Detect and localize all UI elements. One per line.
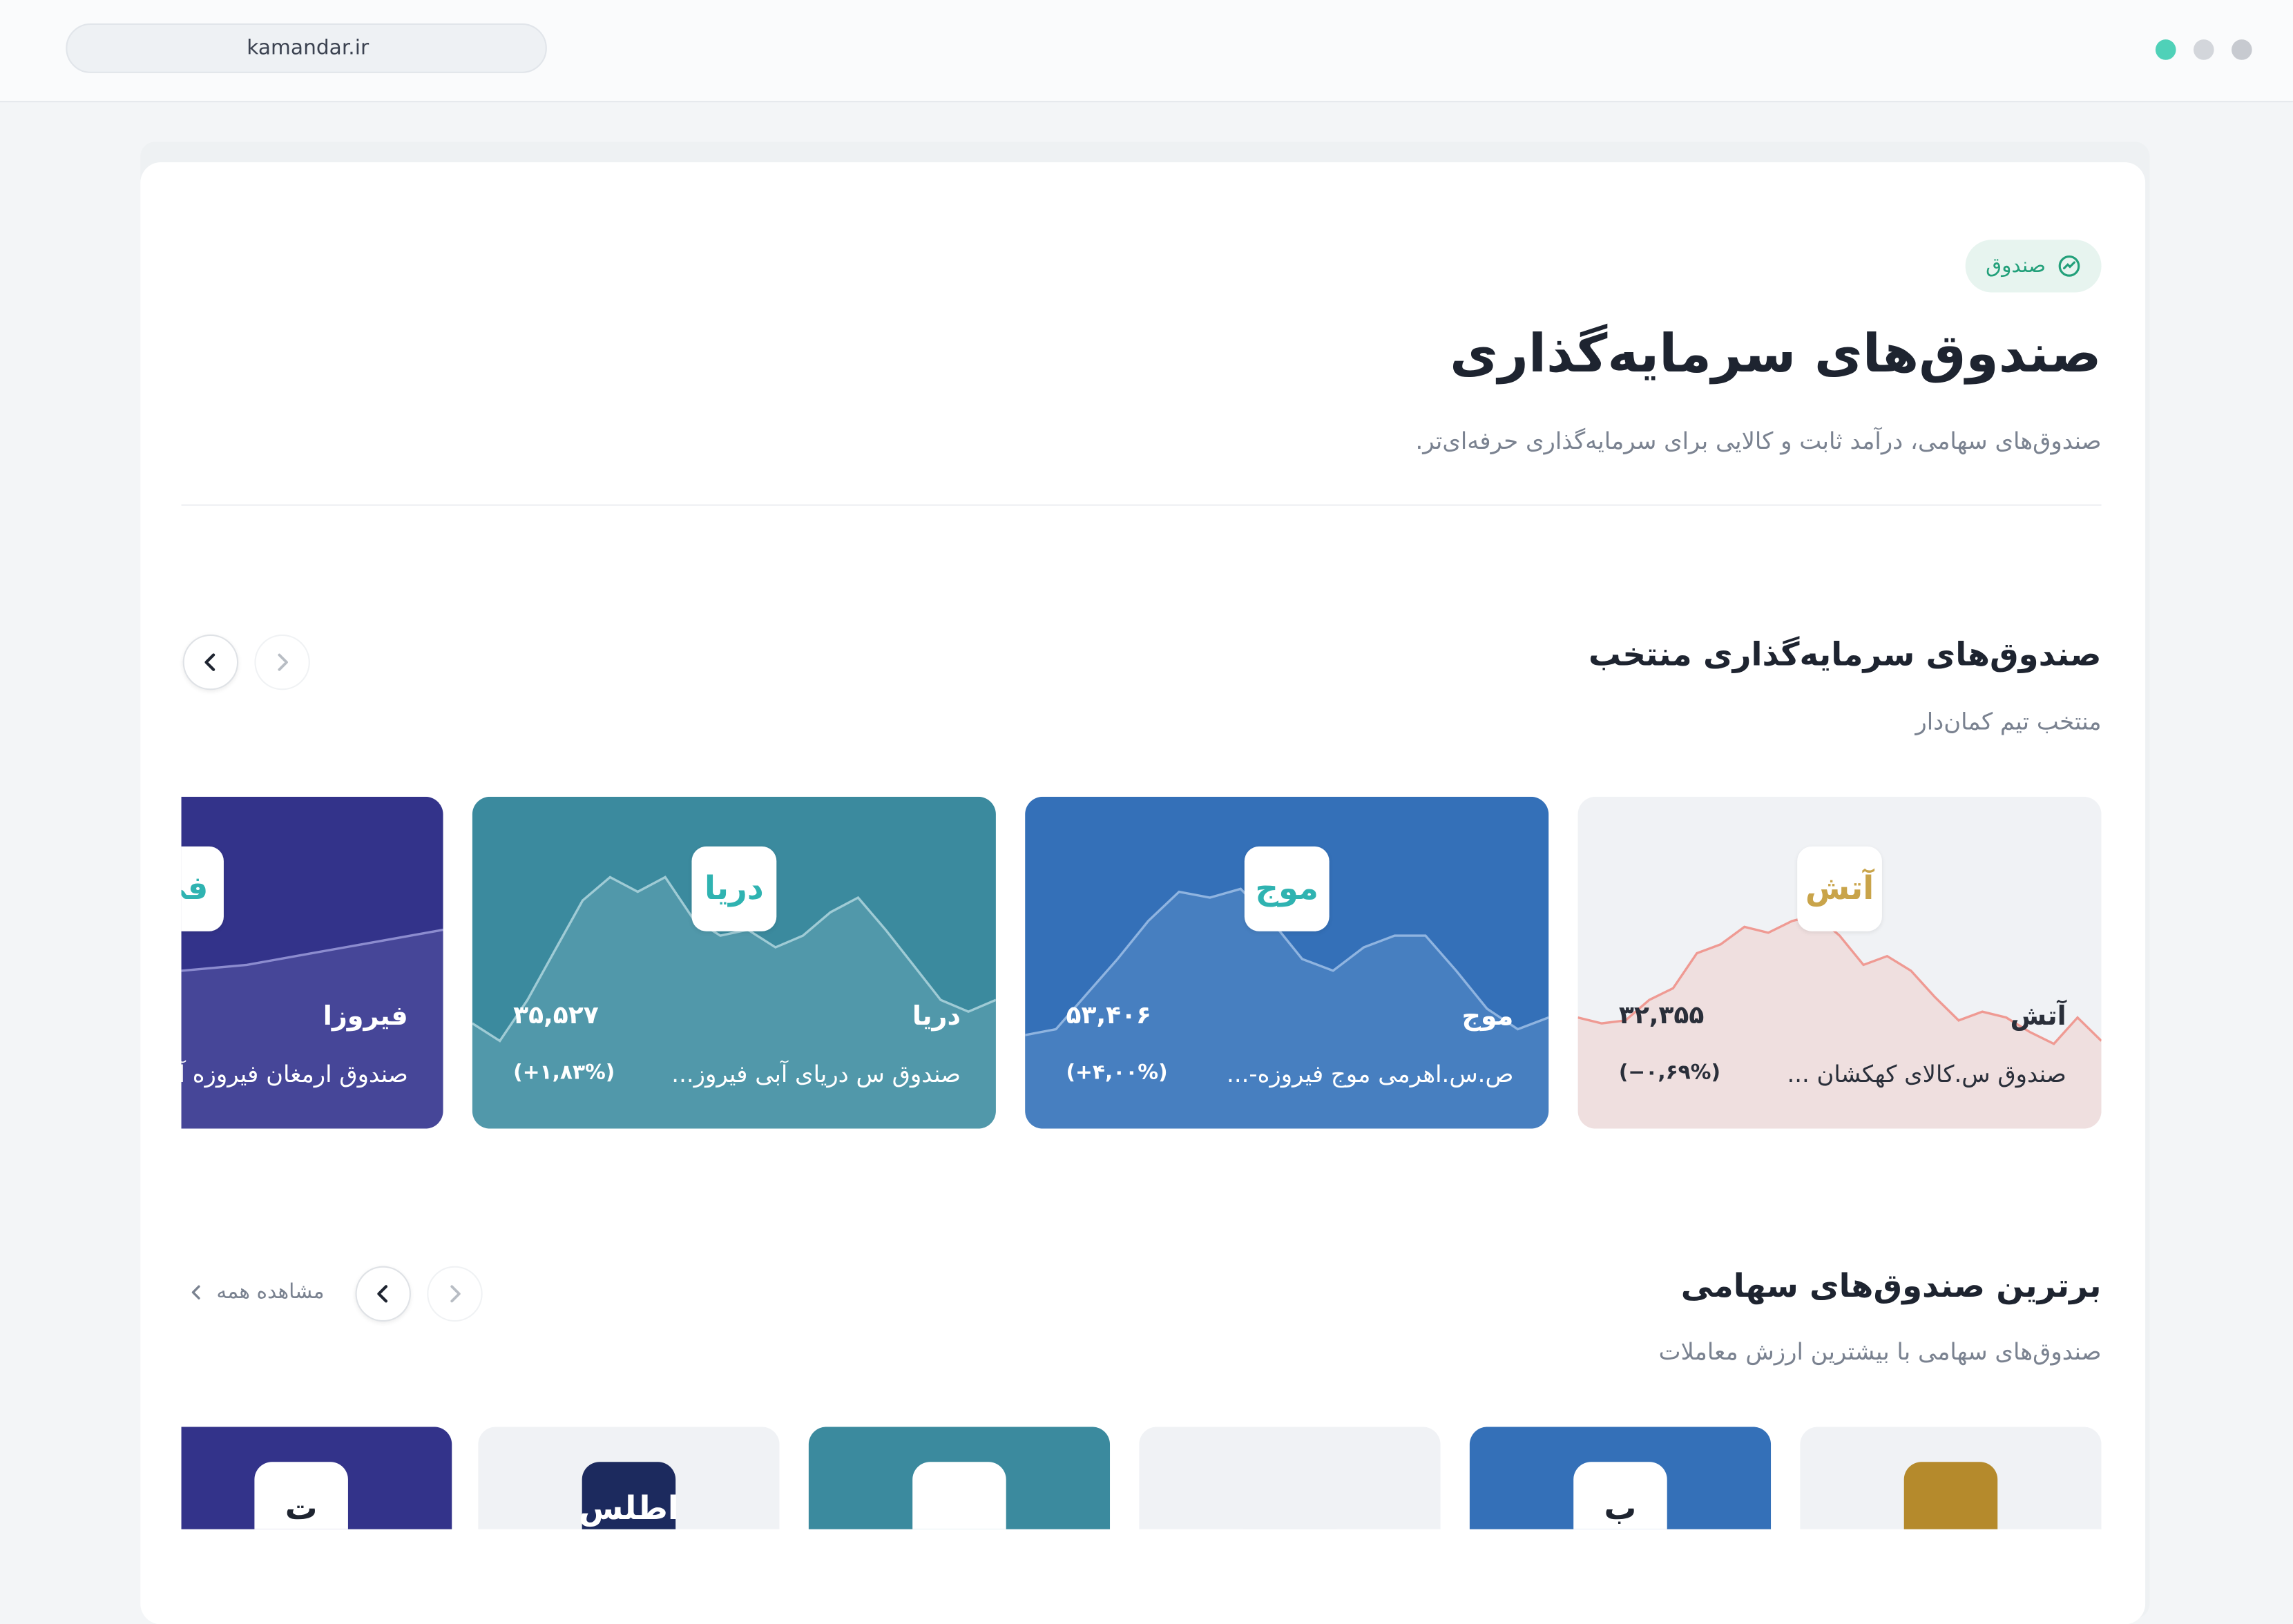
view-all-link[interactable]: مشاهده همه xyxy=(187,1278,325,1307)
equity-next-button[interactable] xyxy=(355,1266,411,1322)
fund-price: ۳۲,۳۵۵ xyxy=(1618,1001,1705,1031)
equity-fund-logo: ت xyxy=(254,1462,348,1529)
equity-fund-card[interactable]: ب xyxy=(1469,1427,1772,1529)
fund-full-name: صندوق س.کالای کهکشان ... xyxy=(1787,1060,2066,1088)
fund-card[interactable]: موج موج ص.س.اهرمی موج فیروزه-... ۵۳,۴۰۶ (+۴,… xyxy=(1025,796,1549,1129)
featured-carousel[interactable]: آتش آتش صندوق س.کالای کهکشان ... ۳۲,۳۵۵ (−۰,… xyxy=(181,796,2102,1129)
address-bar[interactable]: kamandar.ir xyxy=(66,23,547,73)
page-title: صندوق‌های سرمایه‌گذاری xyxy=(1450,325,2102,385)
chevron-left-icon xyxy=(204,653,215,671)
window-dot-green[interactable] xyxy=(2155,39,2176,60)
fund-name: موج xyxy=(1461,1001,1514,1032)
fund-full-name: صندوق س دریای آبی فیروز... xyxy=(671,1060,961,1088)
equity-fund-logo xyxy=(1243,1462,1337,1529)
trend-circle-icon xyxy=(2058,255,2080,277)
chevron-right-icon xyxy=(450,1285,461,1303)
chevron-left-icon xyxy=(377,1285,388,1303)
fund-price: ۵۳,۴۰۶ xyxy=(1066,1001,1152,1031)
page-subtitle: صندوق‌های سهامی، درآمد ثابت و کالایی برا… xyxy=(1415,427,2102,455)
fund-price: ۳۵,۵۲۷ xyxy=(513,1001,599,1031)
fund-name: آتش xyxy=(2010,1001,2066,1032)
fund-logo: فی xyxy=(181,846,224,931)
window-dot-gray[interactable] xyxy=(2193,39,2214,60)
fund-full-name: صندوق ارمغان فیروزه آسیا xyxy=(182,1060,408,1088)
view-all-label: مشاهده همه xyxy=(216,1280,325,1304)
equity-prev-button[interactable] xyxy=(427,1266,483,1322)
url-text: kamandar.ir xyxy=(247,36,370,60)
fund-name: فیروزا xyxy=(323,1001,408,1032)
fund-change: (+۴,۰۰%) xyxy=(1066,1061,1168,1085)
fund-change: (+۱,۸۳%) xyxy=(513,1061,615,1085)
equity-fund-card[interactable]: اطلس xyxy=(478,1427,780,1529)
window-dot-gray-2[interactable] xyxy=(2231,39,2252,60)
fund-logo: دریا xyxy=(691,846,777,931)
chip-label: صندوق xyxy=(1986,254,2046,278)
equity-subtitle: صندوق‌های سهامی با بیشترین ارزش معاملات xyxy=(1658,1337,2102,1366)
chevron-right-icon xyxy=(278,653,288,671)
equity-title: برترین صندوق‌های سهامی xyxy=(1680,1268,2102,1306)
fund-name: دریا xyxy=(912,1001,961,1032)
equity-fund-card[interactable] xyxy=(1139,1427,1441,1529)
fund-logo: آتش xyxy=(1797,846,1882,931)
featured-next-button[interactable] xyxy=(182,634,239,690)
equity-fund-card[interactable]: ت xyxy=(181,1427,452,1529)
chevron-left-small-icon xyxy=(191,1285,200,1299)
fund-logo: موج xyxy=(1244,846,1330,931)
category-chip[interactable]: صندوق xyxy=(1965,240,2102,293)
equity-fund-card[interactable] xyxy=(1800,1427,2102,1529)
browser-topbar: kamandar.ir xyxy=(0,0,2293,103)
fund-card[interactable]: دریا دریا صندوق س دریای آبی فیروز... ۳۵,۵۲۷… xyxy=(472,796,996,1129)
featured-subtitle: منتخب تیم کمان‌دار xyxy=(1915,707,2102,736)
equity-fund-card[interactable] xyxy=(808,1427,1111,1529)
featured-prev-button[interactable] xyxy=(254,634,310,690)
equity-fund-logo xyxy=(1903,1462,1998,1529)
fund-card[interactable]: فی فیروزا صندوق ارمغان فیروزه آسیا xyxy=(181,796,443,1129)
equity-fund-logo xyxy=(912,1462,1006,1529)
featured-title: صندوق‌های سرمایه‌گذاری منتخب xyxy=(1589,637,2102,675)
divider xyxy=(181,504,2102,506)
fund-change: (−۰,۶۹%) xyxy=(1618,1061,1721,1085)
equity-fund-logo: اطلس xyxy=(579,1462,679,1529)
equity-fund-logo: ب xyxy=(1573,1462,1667,1529)
fund-full-name: ص.س.اهرمی موج فیروزه-... xyxy=(1227,1060,1514,1088)
screen: kamandar.ir صندوق صندوق‌های سرمایه‌گذاری… xyxy=(0,0,2293,1624)
fund-card[interactable]: آتش آتش صندوق س.کالای کهکشان ... ۳۲,۳۵۵ (−۰,… xyxy=(1577,796,2102,1129)
